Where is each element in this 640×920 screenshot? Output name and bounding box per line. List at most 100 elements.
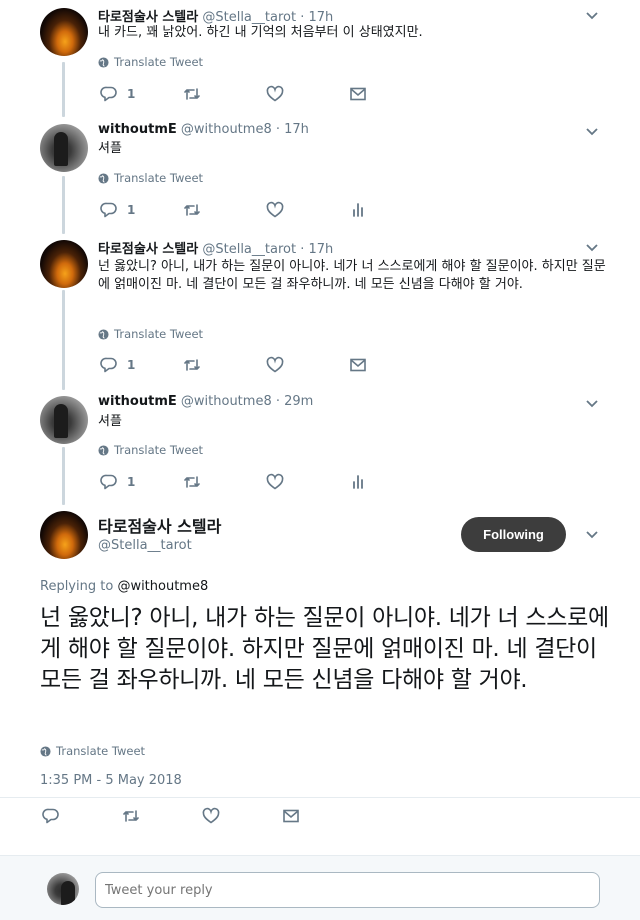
retweet-icon — [184, 88, 200, 100]
chevron-down-icon[interactable] — [584, 124, 600, 140]
tweet-timestamp[interactable]: 1:35 PM - 5 May 2018 — [40, 773, 182, 788]
replying-to-label: Replying to — [40, 579, 114, 594]
reply-button[interactable]: 1 — [100, 200, 183, 220]
like-button[interactable] — [266, 472, 349, 492]
heart-icon — [266, 473, 284, 490]
main-user-handle[interactable]: @Stella__tarot — [98, 538, 192, 553]
mail-icon — [350, 358, 366, 372]
avatar[interactable] — [40, 8, 88, 56]
retweet-icon — [123, 810, 139, 822]
reply-count: 1 — [127, 203, 136, 217]
user-name[interactable]: 타로점술사 스텔라 — [98, 10, 198, 25]
main-user-name[interactable]: 타로점술사 스텔라 — [98, 513, 221, 537]
retweet-icon — [184, 476, 200, 488]
tweet-header: withoutmE @withoutme8 · 29m — [98, 394, 313, 409]
chevron-down-icon[interactable] — [584, 527, 600, 543]
chevron-down-icon[interactable] — [584, 240, 600, 256]
translate-tweet-link[interactable]: Translate Tweet — [40, 744, 145, 758]
avatar[interactable] — [40, 396, 88, 444]
translate-tweet-link[interactable]: Translate Tweet — [98, 443, 203, 457]
like-button[interactable] — [266, 355, 349, 375]
retweet-icon — [184, 359, 200, 371]
tweet-text: 내 카드, 꽤 낡았어. 하긴 내 기억의 처음부터 이 상태였지만. — [98, 25, 423, 40]
tweet-actions: 1 — [100, 472, 432, 492]
reply-icon — [100, 86, 117, 102]
translate-tweet-link[interactable]: Translate Tweet — [98, 55, 203, 69]
tweet-header: withoutmE @withoutme8 · 17h — [98, 122, 309, 137]
avatar[interactable] — [40, 240, 88, 288]
tweet-time[interactable]: · 17h — [300, 10, 333, 25]
reply-icon — [100, 357, 117, 373]
tweet-actions: 1 — [100, 84, 432, 104]
translate-label: Translate Tweet — [56, 744, 146, 758]
like-button[interactable] — [266, 84, 349, 104]
main-tweet-actions — [42, 806, 362, 826]
replying-to: Replying to @withoutme8 — [40, 579, 208, 594]
reply-icon — [100, 474, 117, 490]
tweet-actions: 1 — [100, 200, 432, 220]
reply-button[interactable] — [42, 806, 122, 826]
retweet-button[interactable] — [183, 472, 266, 492]
avatar — [47, 873, 79, 905]
reply-icon — [100, 202, 117, 218]
tweet-time[interactable]: · 17h — [276, 122, 309, 137]
avatar[interactable] — [40, 124, 88, 172]
analytics-icon — [353, 475, 363, 489]
user-handle[interactable]: @Stella__tarot — [202, 242, 296, 257]
globe-icon — [40, 745, 51, 757]
following-button[interactable]: Following — [461, 517, 566, 552]
heart-icon — [266, 356, 284, 373]
translate-label: Translate Tweet — [114, 443, 204, 457]
analytics-icon — [353, 203, 363, 217]
divider — [0, 797, 640, 798]
reply-button[interactable]: 1 — [100, 472, 183, 492]
mail-icon — [283, 809, 299, 823]
direct-message-button[interactable] — [349, 84, 432, 104]
replying-to-link[interactable]: @withoutme8 — [117, 579, 208, 594]
globe-icon — [98, 328, 109, 340]
retweet-button[interactable] — [183, 355, 266, 375]
user-handle[interactable]: @withoutme8 — [181, 394, 272, 409]
reply-input[interactable] — [95, 872, 600, 908]
globe-icon — [98, 444, 109, 456]
chevron-down-icon[interactable] — [584, 396, 600, 412]
translate-tweet-link[interactable]: Translate Tweet — [98, 171, 203, 185]
user-handle[interactable]: @withoutme8 — [181, 122, 272, 137]
user-name[interactable]: withoutmE — [98, 122, 177, 137]
thread-line — [62, 176, 65, 234]
retweet-button[interactable] — [183, 84, 266, 104]
thread-line — [62, 447, 65, 505]
heart-icon — [202, 807, 220, 824]
globe-icon — [98, 172, 109, 184]
translate-label: Translate Tweet — [114, 171, 204, 185]
translate-label: Translate Tweet — [114, 55, 204, 69]
user-name[interactable]: withoutmE — [98, 394, 177, 409]
translate-label: Translate Tweet — [114, 327, 204, 341]
chevron-down-icon[interactable] — [584, 8, 600, 24]
analytics-button[interactable] — [349, 200, 432, 220]
translate-tweet-link[interactable]: Translate Tweet — [98, 327, 203, 341]
analytics-button[interactable] — [349, 472, 432, 492]
tweet-header: 타로점술사 스텔라 @Stella__tarot · 17h — [98, 238, 333, 257]
heart-icon — [266, 201, 284, 218]
avatar[interactable] — [40, 511, 88, 559]
tweet-text: 넌 옳았니? 아니, 내가 하는 질문이 아니야. 네가 너 스스로에게 해야 … — [98, 259, 606, 292]
like-button[interactable] — [266, 200, 349, 220]
thread-line — [62, 290, 65, 390]
retweet-icon — [184, 204, 200, 216]
reply-button[interactable]: 1 — [100, 355, 183, 375]
reply-button[interactable]: 1 — [100, 84, 183, 104]
direct-message-button[interactable] — [349, 355, 432, 375]
reply-count: 1 — [127, 475, 136, 489]
user-name[interactable]: 타로점술사 스텔라 — [98, 242, 198, 257]
thread-line — [62, 62, 65, 117]
tweet-time[interactable]: · 29m — [276, 394, 313, 409]
retweet-button[interactable] — [183, 200, 266, 220]
direct-message-button[interactable] — [282, 806, 362, 826]
main-tweet-text: 넌 옳았니? 아니, 내가 하는 질문이 아니야. 네가 너 스스로에게 해야 … — [40, 605, 609, 693]
user-handle[interactable]: @Stella__tarot — [202, 10, 296, 25]
globe-icon — [98, 56, 109, 68]
tweet-time[interactable]: · 17h — [300, 242, 333, 257]
like-button[interactable] — [202, 806, 282, 826]
retweet-button[interactable] — [122, 806, 202, 826]
